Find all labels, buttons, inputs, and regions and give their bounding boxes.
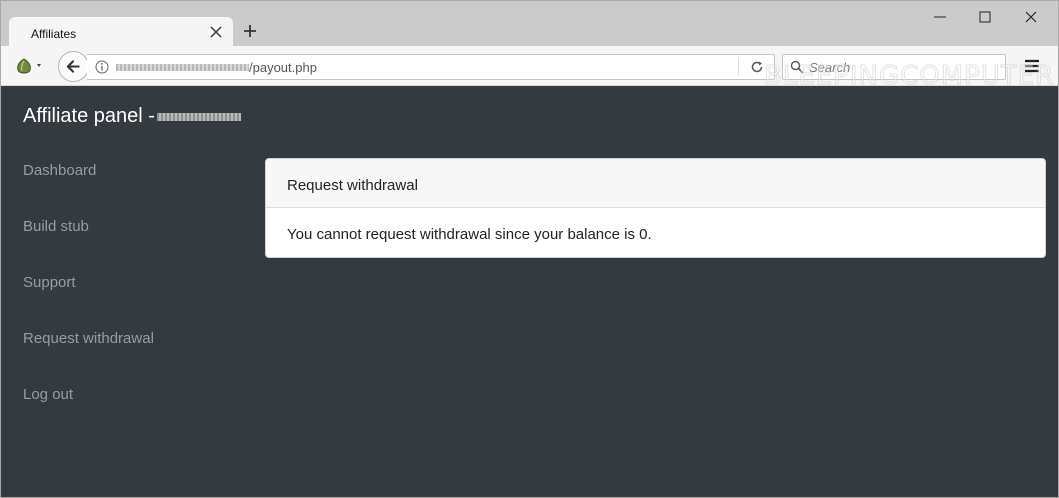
back-arrow-icon[interactable] [58, 51, 89, 82]
sidebar-item-log-out[interactable]: Log out [23, 386, 154, 442]
hamburger-menu-icon[interactable] [1024, 58, 1040, 74]
url-divider [738, 58, 739, 76]
sidebar-item-build-stub[interactable]: Build stub [23, 218, 154, 274]
affiliate-panel-page: Affiliate panel - Dashboard Build stub S… [1, 86, 1058, 497]
brand-text: Affiliate panel - [23, 105, 155, 127]
reload-icon[interactable] [750, 60, 764, 74]
plus-icon[interactable] [242, 23, 258, 39]
close-icon[interactable] [209, 25, 223, 39]
search-input[interactable] [809, 59, 999, 75]
tab-title: Affiliates [31, 27, 77, 41]
withdrawal-card: Request withdrawal You cannot request wi… [265, 158, 1046, 258]
sidebar-item-request-withdrawal[interactable]: Request withdrawal [23, 330, 154, 386]
card-message: You cannot request withdrawal since your… [287, 226, 652, 243]
title-bar: Affiliates [1, 1, 1058, 47]
browser-window: Affiliates /payout.php Search Affiliate … [0, 0, 1059, 498]
url-redacted-domain [116, 64, 249, 71]
window-close-icon[interactable] [1024, 10, 1038, 24]
url-bar[interactable]: /payout.php [87, 54, 775, 80]
tor-onion-icon[interactable] [13, 56, 47, 76]
url-text: /payout.php [249, 60, 317, 75]
maximize-icon[interactable] [978, 10, 992, 24]
search-icon [790, 60, 804, 74]
sidebar-item-support[interactable]: Support [23, 274, 154, 330]
card-header: Request withdrawal [266, 159, 1045, 208]
search-bar[interactable] [782, 54, 1006, 80]
navigation-bar: /payout.php [1, 46, 1058, 86]
page-title: Affiliate panel - [23, 105, 241, 128]
browser-tab[interactable]: Affiliates [9, 17, 233, 47]
sidebar-item-dashboard[interactable]: Dashboard [23, 162, 154, 218]
sidebar-nav: Dashboard Build stub Support Request wit… [23, 162, 154, 442]
info-icon[interactable] [95, 60, 109, 74]
minimize-icon[interactable] [933, 10, 947, 24]
brand-redacted-name [156, 112, 241, 121]
